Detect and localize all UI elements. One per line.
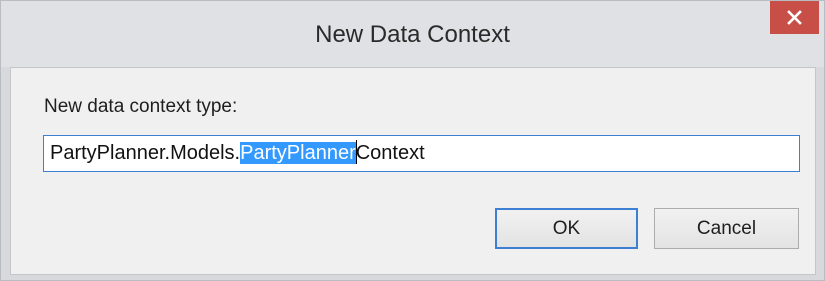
dialog-window: New Data Context New data context type: … (0, 0, 825, 281)
input-text-prefix: PartyPlanner.Models. (50, 142, 241, 164)
context-type-label: New data context type: (44, 96, 238, 117)
cancel-button[interactable]: Cancel (654, 208, 799, 249)
dialog-title: New Data Context (315, 21, 510, 48)
close-button[interactable] (770, 1, 819, 34)
close-icon (787, 10, 802, 25)
title-bar[interactable]: New Data Context (1, 1, 824, 67)
input-text-selection: PartyPlanner (240, 142, 356, 164)
input-text-suffix: Context (355, 142, 425, 164)
context-type-input[interactable]: PartyPlanner.Models.PartyPlannerContext (43, 135, 800, 172)
dialog-body: New data context type: PartyPlanner.Mode… (10, 67, 816, 275)
ok-button[interactable]: OK (495, 208, 638, 249)
